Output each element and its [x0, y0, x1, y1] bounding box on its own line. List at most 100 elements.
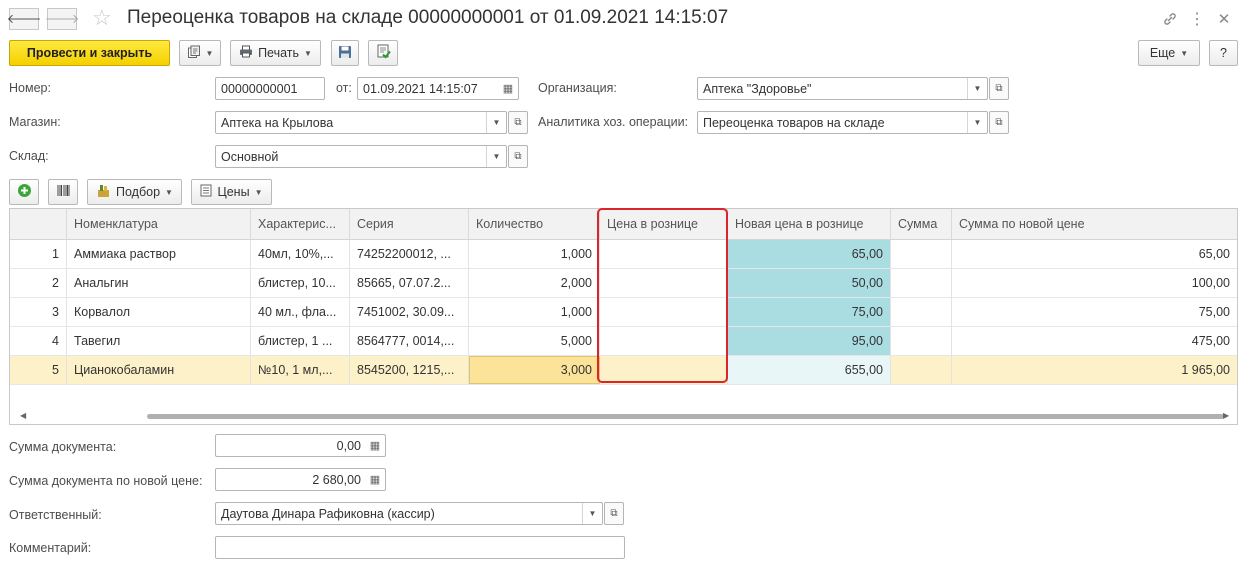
new-retail-price-cell[interactable]: 65,00 — [728, 240, 891, 268]
table-row[interactable]: 4 Тавегил блистер, 1 ... 8564777, 0014,.… — [10, 327, 1237, 356]
date-label: от: — [336, 81, 352, 95]
price-list-icon — [200, 184, 212, 200]
chevron-down-icon: ▼ — [304, 48, 312, 58]
series-cell[interactable]: 74252200012, ... — [350, 240, 469, 268]
row-number: 5 — [10, 356, 67, 384]
link-icon[interactable] — [1160, 9, 1180, 29]
characteristic-cell[interactable]: 40мл, 10%,... — [251, 240, 350, 268]
scrollbar-thumb[interactable] — [147, 414, 1224, 419]
new-sum-cell: 1 965,00 — [1181, 363, 1230, 377]
post-and-close-button[interactable]: Провести и закрыть — [9, 40, 170, 66]
column-header[interactable]: Характерис... — [251, 209, 350, 239]
horizontal-scrollbar[interactable]: ◀ ▶ — [10, 408, 1237, 424]
retail-price-cell[interactable] — [600, 298, 728, 326]
printer-icon — [239, 45, 253, 61]
column-header[interactable]: Сумма — [891, 209, 952, 239]
add-row-button[interactable] — [9, 179, 39, 205]
series-cell[interactable]: 85665, 07.07.2... — [350, 269, 469, 297]
calendar-icon[interactable]: ▦ — [498, 78, 518, 99]
organization-field[interactable]: Аптека "Здоровье" ▼ — [697, 77, 988, 100]
retail-price-cell[interactable] — [600, 356, 728, 384]
doc-sum-field[interactable]: 0,00 ▦ — [215, 434, 386, 457]
warehouse-field[interactable]: Основной ▼ — [215, 145, 507, 168]
barcode-button[interactable] — [48, 179, 78, 205]
series-cell[interactable]: 8545200, 1215,... — [350, 356, 469, 384]
column-header[interactable]: Сумма по новой цене — [952, 209, 1237, 239]
characteristic-cell[interactable]: №10, 1 мл,... — [251, 356, 350, 384]
open-responsible-button[interactable]: ⧉ — [604, 502, 624, 525]
number-field[interactable]: 00000000001 — [215, 77, 325, 100]
doc-sum-label: Сумма документа: — [9, 440, 117, 454]
calculator-icon[interactable]: ▦ — [365, 469, 385, 490]
column-header[interactable]: Цена в рознице — [600, 209, 728, 239]
more-icon[interactable]: ⋮ — [1187, 9, 1207, 29]
close-icon[interactable]: ✕ — [1214, 9, 1234, 29]
new-retail-price-cell[interactable]: 655,00 — [728, 356, 891, 384]
open-warehouse-button[interactable]: ⧉ — [508, 145, 528, 168]
new-retail-price-cell[interactable]: 75,00 — [728, 298, 891, 326]
column-header[interactable]: Серия — [350, 209, 469, 239]
characteristic-cell[interactable]: 40 мл., фла... — [251, 298, 350, 326]
chevron-down-icon: ▼ — [205, 48, 214, 58]
print-button[interactable]: Печать ▼ — [230, 40, 321, 66]
chevron-down-icon: ▼ — [254, 187, 263, 197]
star-icon[interactable]: ☆ — [92, 5, 112, 31]
retail-price-cell[interactable] — [600, 240, 728, 268]
save-button[interactable] — [331, 40, 359, 66]
quantity-cell[interactable]: 3,000 — [469, 356, 600, 384]
product-cell[interactable]: Аммиака раствор — [67, 240, 251, 268]
store-field[interactable]: Аптека на Крылова ▼ — [215, 111, 507, 134]
responsible-field[interactable]: Даутова Динара Рафиковна (кассир) ▼ — [215, 502, 603, 525]
help-button[interactable]: ? — [1209, 40, 1238, 66]
new-retail-price-cell[interactable]: 50,00 — [728, 269, 891, 297]
quantity-cell[interactable]: 1,000 — [469, 298, 600, 326]
quantity-cell[interactable]: 1,000 — [469, 240, 600, 268]
scroll-right-icon[interactable]: ▶ — [1223, 411, 1229, 420]
new-retail-price-cell[interactable]: 95,00 — [728, 327, 891, 355]
open-analytics-button[interactable]: ⧉ — [989, 111, 1009, 134]
characteristic-cell[interactable]: блистер, 1 ... — [251, 327, 350, 355]
goods-table[interactable]: Номенклатура Характерис... Серия Количес… — [9, 208, 1238, 425]
characteristic-cell[interactable]: блистер, 10... — [251, 269, 350, 297]
series-cell[interactable]: 7451002, 30.09... — [350, 298, 469, 326]
calculator-icon[interactable]: ▦ — [365, 435, 385, 456]
post-button[interactable] — [368, 40, 398, 66]
chevron-down-icon[interactable]: ▼ — [967, 112, 987, 133]
date-field[interactable]: 01.09.2021 14:15:07 ▦ — [357, 77, 519, 100]
table-row[interactable]: 3 Корвалол 40 мл., фла... 7451002, 30.09… — [10, 298, 1237, 327]
column-header[interactable]: Количество — [469, 209, 600, 239]
chevron-down-icon[interactable]: ▼ — [486, 146, 506, 167]
column-header[interactable]: Новая цена в рознице — [728, 209, 891, 239]
comment-field[interactable] — [215, 536, 625, 559]
analytics-field[interactable]: Переоценка товаров на складе ▼ — [697, 111, 988, 134]
forward-button[interactable]: 🡒 — [45, 8, 79, 30]
quantity-cell[interactable]: 2,000 — [469, 269, 600, 297]
more-actions-button[interactable]: Еще ▼ — [1138, 40, 1200, 66]
create-based-on-button[interactable]: ▼ — [179, 40, 221, 66]
chevron-down-icon[interactable]: ▼ — [582, 503, 602, 524]
chevron-down-icon[interactable]: ▼ — [967, 78, 987, 99]
open-organization-button[interactable]: ⧉ — [989, 77, 1009, 100]
pick-button[interactable]: Подбор ▼ — [87, 179, 182, 205]
product-cell[interactable]: Цианокобаламин — [67, 356, 251, 384]
retail-price-cell[interactable] — [600, 269, 728, 297]
column-header[interactable]: Номенклатура — [67, 209, 251, 239]
barcode-icon — [56, 184, 71, 200]
product-cell[interactable]: Корвалол — [67, 298, 251, 326]
open-store-button[interactable]: ⧉ — [508, 111, 528, 134]
quantity-cell[interactable]: 5,000 — [469, 327, 600, 355]
table-row[interactable]: 1 Аммиака раствор 40мл, 10%,... 74252200… — [10, 240, 1237, 269]
chevron-down-icon[interactable]: ▼ — [486, 112, 506, 133]
row-number: 2 — [10, 269, 67, 297]
series-cell[interactable]: 8564777, 0014,... — [350, 327, 469, 355]
scroll-left-icon[interactable]: ◀ — [20, 411, 26, 420]
table-row[interactable]: 2 Анальгин блистер, 10... 85665, 07.07.2… — [10, 269, 1237, 298]
prices-button[interactable]: Цены ▼ — [191, 179, 272, 205]
table-row-selected[interactable]: 5 Цианокобаламин №10, 1 мл,... 8545200, … — [10, 356, 1237, 385]
product-cell[interactable]: Анальгин — [67, 269, 251, 297]
back-button[interactable]: 🡐 — [7, 8, 41, 30]
column-header[interactable] — [10, 209, 67, 239]
product-cell[interactable]: Тавегил — [67, 327, 251, 355]
retail-price-cell[interactable] — [600, 327, 728, 355]
doc-new-sum-field[interactable]: 2 680,00 ▦ — [215, 468, 386, 491]
